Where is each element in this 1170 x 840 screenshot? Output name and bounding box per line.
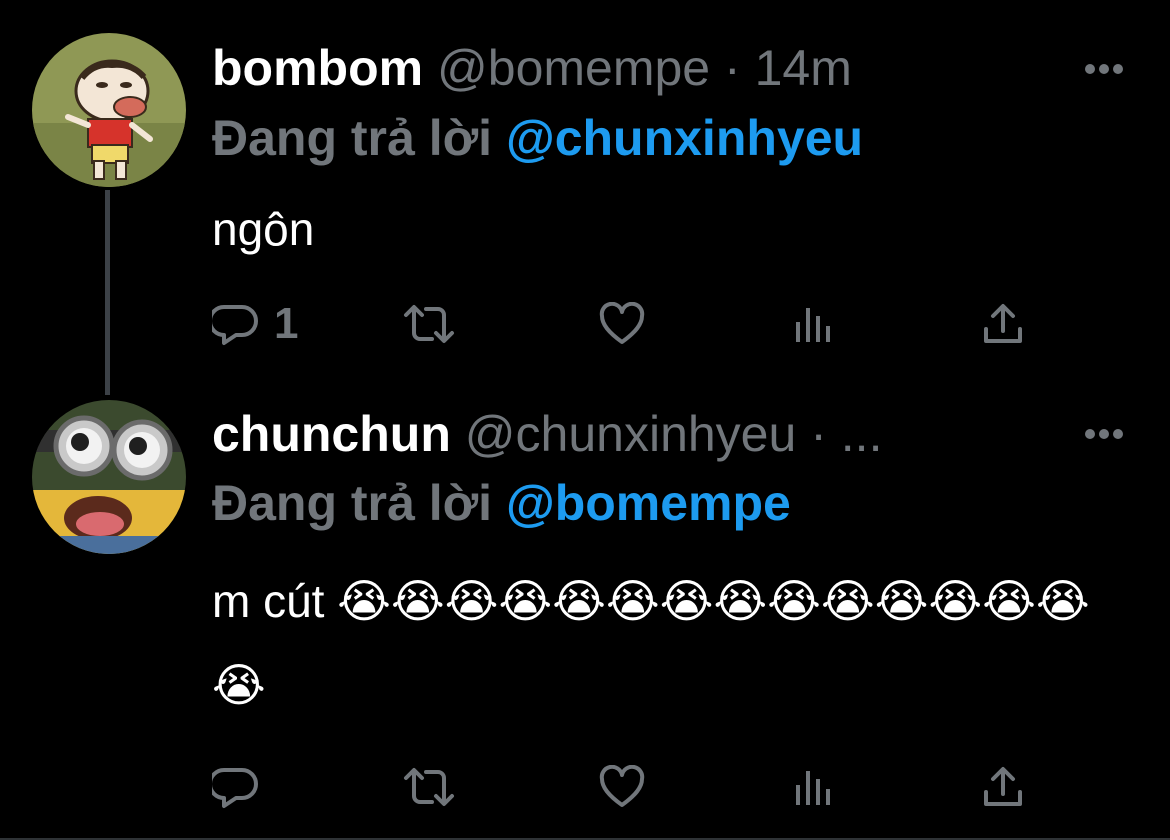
tweet-actions: 1 (212, 296, 1032, 352)
reply-icon (212, 768, 258, 808)
tweet-text: ngôn (212, 203, 315, 255)
more-icon (1085, 429, 1123, 439)
cartoon-boy-avatar-icon (32, 33, 186, 187)
retweet-button[interactable] (400, 296, 458, 352)
reply-count: 1 (274, 299, 299, 348)
handle[interactable]: @bomempe (437, 40, 710, 96)
retweet-icon (404, 768, 454, 806)
retweet-icon (404, 305, 454, 343)
share-icon (984, 304, 1022, 343)
more-icon (1085, 64, 1123, 74)
heart-icon (599, 302, 645, 344)
views-button[interactable] (792, 296, 832, 352)
views-icon (796, 308, 830, 342)
tweet[interactable]: bombom @bomempe · 14m Đang trả lời @chun… (0, 0, 1170, 400)
more-button[interactable] (1084, 62, 1124, 74)
more-button[interactable] (1084, 427, 1124, 439)
tweet-actions (212, 759, 1032, 815)
like-button[interactable] (598, 759, 646, 815)
display-name[interactable]: chunchun (212, 406, 451, 462)
reply-button[interactable] (212, 759, 274, 815)
replying-to-label: Đang trả lời (212, 110, 493, 166)
display-name[interactable]: bombom (212, 40, 423, 96)
reply-button[interactable]: 1 (212, 296, 298, 352)
handle[interactable]: @chunxinhyeu (465, 406, 797, 462)
share-button[interactable] (980, 759, 1026, 815)
timestamp[interactable]: ... (841, 406, 883, 462)
share-icon (984, 767, 1022, 806)
replying-to: Đang trả lời @bomempe (212, 473, 791, 533)
mention-link[interactable]: @chunxinhyeu (506, 110, 863, 166)
timestamp[interactable]: 14m (755, 40, 852, 96)
reply-icon (212, 305, 258, 345)
mention-link[interactable]: @bomempe (506, 475, 791, 531)
replying-to-label: Đang trả lời (212, 475, 493, 531)
tweet[interactable]: chunchun @chunxinhyeu · ... Đang trả lời… (0, 395, 1170, 840)
avatar[interactable] (32, 400, 186, 554)
tweet-header: bombom @bomempe · 14m (212, 38, 852, 98)
separator: · (810, 406, 827, 462)
views-icon (796, 771, 830, 805)
share-button[interactable] (980, 296, 1026, 352)
views-button[interactable] (792, 759, 832, 815)
avatar[interactable] (32, 33, 186, 187)
thread-connector (105, 190, 110, 395)
minion-avatar-icon (32, 400, 186, 554)
retweet-button[interactable] (400, 759, 458, 815)
tweet-header: chunchun @chunxinhyeu · ... (212, 404, 882, 464)
heart-icon (599, 765, 645, 807)
like-button[interactable] (598, 296, 646, 352)
tweet-text: m cút 😭😭😭😭😭😭😭😭😭😭😭😭😭😭😭 (212, 575, 1090, 711)
separator: · (724, 40, 741, 96)
replying-to: Đang trả lời @chunxinhyeu (212, 108, 863, 168)
